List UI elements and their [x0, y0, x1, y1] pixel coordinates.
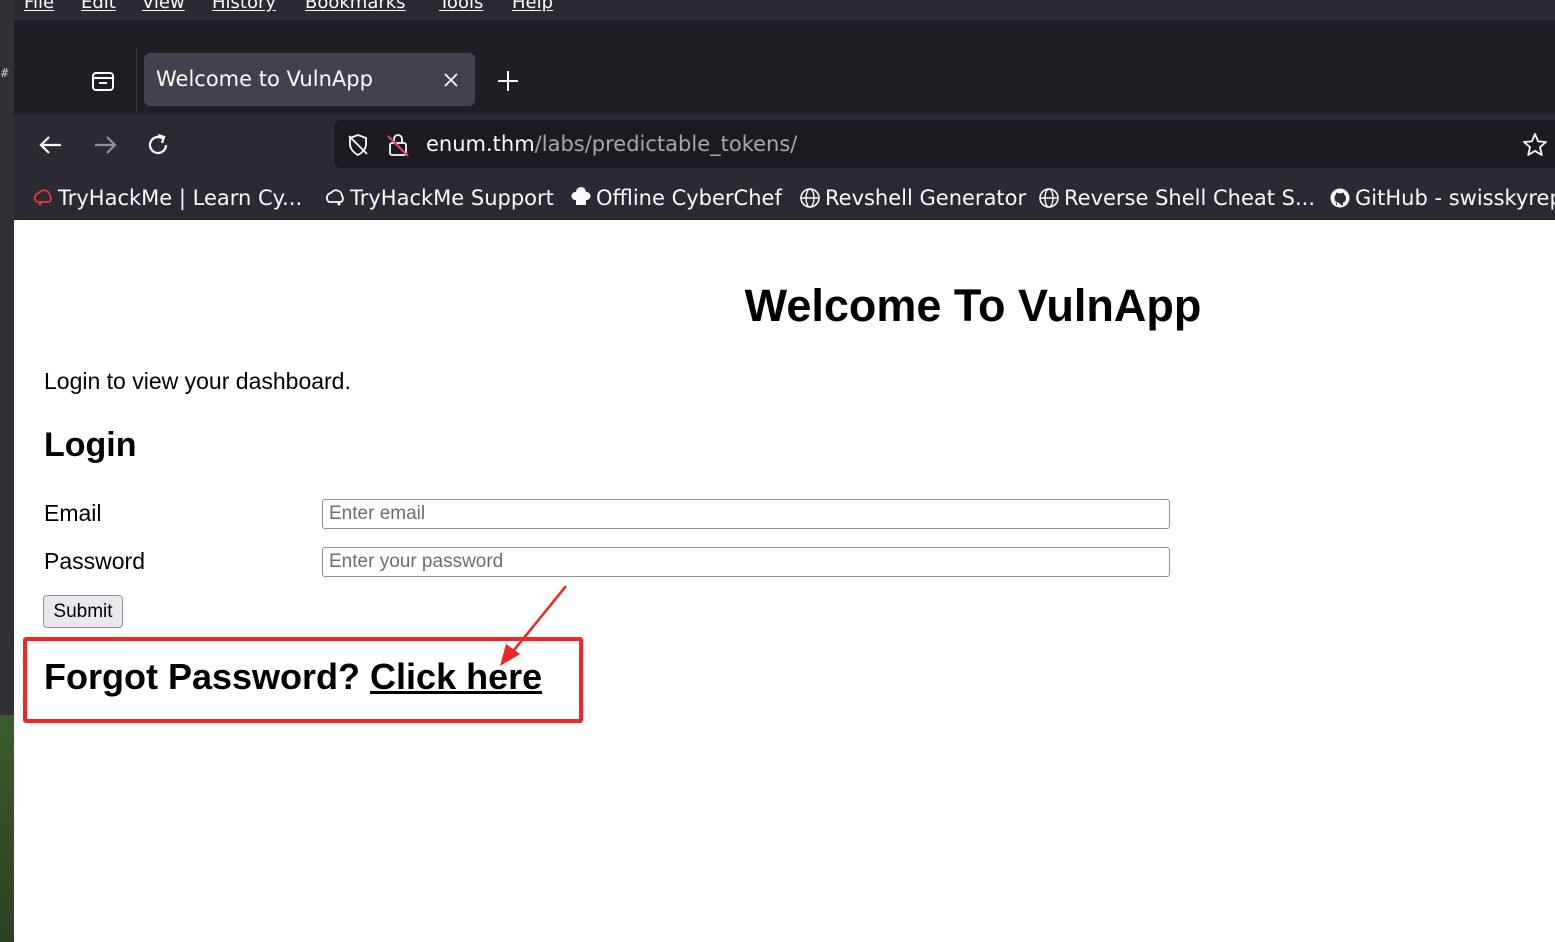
globe-icon — [1039, 188, 1059, 208]
login-heading: Login — [44, 426, 137, 464]
bookmark-label: Reverse Shell Cheat S... — [1064, 186, 1316, 210]
bookmark-revshell-generator[interactable]: Revshell Generator — [799, 184, 1026, 212]
cloud-icon — [326, 189, 344, 206]
password-field[interactable] — [322, 547, 1170, 577]
intro-text: Login to view your dashboard. — [44, 368, 351, 394]
tab-active[interactable]: Welcome to VulnApp — [144, 53, 475, 106]
bookmarks-toolbar: TryHackMe | Learn Cy... TryHackMe Suppor… — [14, 176, 1555, 220]
tab-strip: Welcome to VulnApp — [14, 20, 1555, 114]
bookmark-label: Offline CyberChef — [596, 186, 782, 210]
menu-history[interactable]: History — [212, 0, 276, 13]
forgot-password-heading: Forgot Password? Click here — [44, 656, 542, 698]
bookmark-tryhackme[interactable]: TryHackMe | Learn Cy... — [32, 184, 302, 212]
bookmark-tryhackme-support[interactable]: TryHackMe Support — [324, 184, 554, 212]
menu-bookmarks[interactable]: Bookmarks — [305, 0, 406, 13]
desktop-glyph: # — [1, 66, 9, 80]
password-label: Password — [44, 548, 145, 574]
tab-separator — [136, 48, 137, 112]
navigation-bar: enum.thm/labs/predictable_tokens/ — [14, 114, 1555, 176]
bookmark-reverse-shell-cheat[interactable]: Reverse Shell Cheat S... — [1038, 184, 1315, 212]
desktop-wallpaper — [0, 715, 14, 942]
url-text: enum.thm/labs/predictable_tokens/ — [426, 132, 797, 156]
annotation-arrow-icon — [500, 585, 567, 666]
bookmark-label: TryHackMe | Learn Cy... — [58, 186, 303, 210]
menu-file[interactable]: File — [24, 0, 54, 13]
insecure-lock-icon[interactable] — [386, 132, 410, 158]
back-arrow-icon[interactable] — [36, 130, 66, 160]
url-path: /labs/predictable_tokens/ — [534, 132, 798, 156]
bookmark-github[interactable]: GitHub - swisskyrep — [1329, 184, 1555, 212]
bookmark-offline-cyberchef[interactable]: Offline CyberChef — [570, 184, 782, 212]
menu-help[interactable]: Help — [512, 0, 553, 13]
email-field[interactable] — [322, 499, 1170, 529]
chef-hat-icon — [571, 187, 591, 205]
submit-button[interactable]: Submit — [43, 595, 123, 628]
tracking-protection-shield-icon[interactable] — [346, 133, 370, 157]
reload-icon[interactable] — [143, 130, 173, 160]
email-label: Email — [44, 500, 102, 526]
forward-arrow-icon[interactable] — [90, 130, 120, 160]
tab-list-icon[interactable] — [90, 68, 116, 94]
menu-bar: File Edit View History Bookmarks Tools H… — [14, 0, 1555, 20]
github-icon — [1330, 188, 1350, 208]
bookmark-label: Revshell Generator — [825, 186, 1027, 210]
tab-title: Welcome to VulnApp — [156, 67, 373, 91]
close-icon[interactable] — [440, 69, 462, 91]
forgot-password-text: Forgot Password? — [44, 656, 361, 697]
menu-tools[interactable]: Tools — [439, 0, 483, 13]
bookmark-label: TryHackMe Support — [350, 186, 554, 210]
url-host: enum.thm — [426, 132, 535, 156]
bookmark-label: GitHub - swisskyrep — [1355, 186, 1555, 210]
bookmark-star-icon[interactable] — [1522, 132, 1548, 158]
desktop-background: # — [0, 0, 14, 942]
tryhackme-icon — [34, 189, 52, 206]
page-title: Welcome To VulnApp — [744, 280, 1202, 331]
menu-view[interactable]: View — [142, 0, 185, 13]
address-bar[interactable]: enum.thm/labs/predictable_tokens/ — [334, 120, 1555, 168]
browser-window: File Edit View History Bookmarks Tools H… — [14, 0, 1555, 942]
menu-edit[interactable]: Edit — [81, 0, 116, 13]
globe-icon — [800, 188, 820, 208]
page-content: Welcome To VulnApp Login to view your da… — [14, 220, 1555, 942]
new-tab-plus-icon[interactable] — [494, 67, 522, 95]
